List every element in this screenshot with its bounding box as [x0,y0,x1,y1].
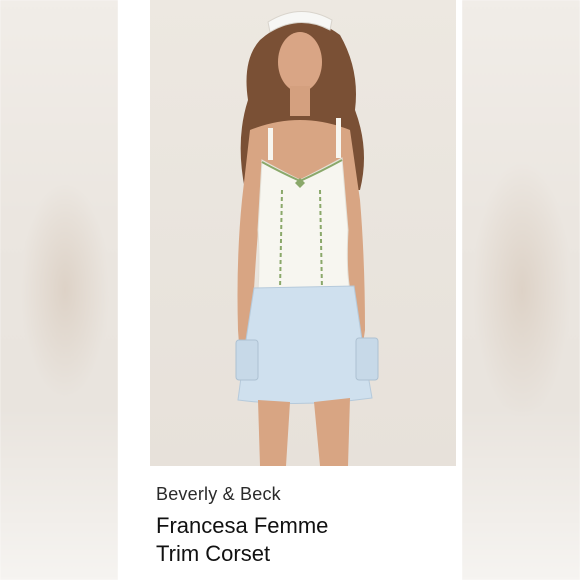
model-illustration [235,11,379,466]
right-blur-panel [462,0,580,580]
product-title-line1: Francesa Femme [156,513,329,538]
product-card[interactable]: Beverly & Beck Francesa Femme Trim Corse… [118,0,462,580]
brand-name: Beverly & Beck [156,484,281,504]
listing-caption: Beverly & Beck Francesa Femme Trim Corse… [156,482,456,568]
product-title-line2: Trim Corset [156,541,271,566]
product-photo[interactable] [150,0,456,466]
left-blur-panel [0,0,118,580]
